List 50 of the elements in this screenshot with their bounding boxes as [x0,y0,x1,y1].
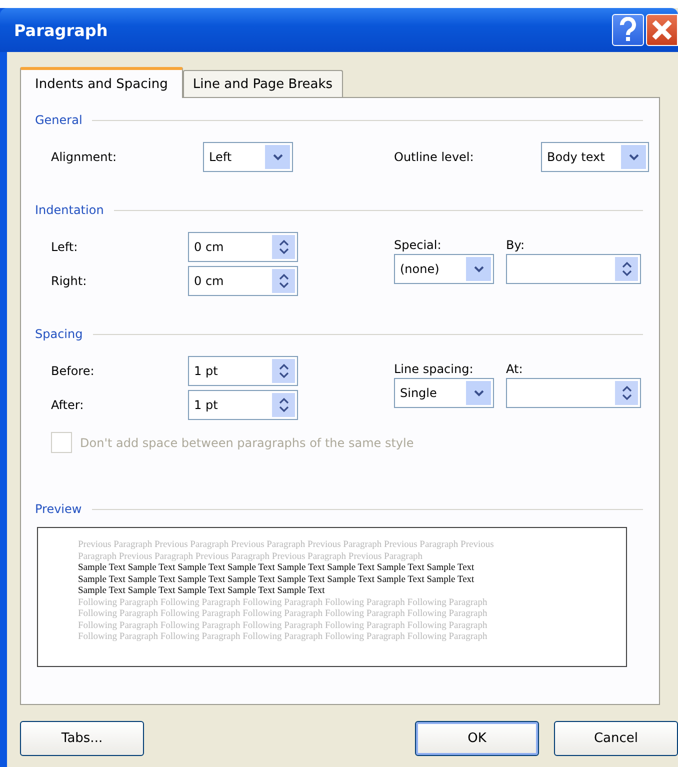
spin-field[interactable]: 1 pt [188,390,298,420]
field-label: Left: [51,240,79,254]
field-label: After: [51,398,85,412]
help-button[interactable] [612,14,644,46]
spin-field[interactable]: 0 cm [188,232,298,262]
preview-following-text: Following Paragraph Following Paragraph Following Paragraph Following Paragraph Following Paragraph [78,609,488,620]
spin-field[interactable] [506,254,641,284]
question-mark-icon [617,17,639,43]
spinner-arrows-icon[interactable] [615,257,638,281]
checkbox-label: Don't add space between paragraphs of the same style [80,436,414,450]
dialog-button[interactable]: Cancel [554,721,678,756]
spin-field[interactable]: 0 cm [188,266,298,296]
preview-sample-text: Sample Text Sample Text Sample Text Sample Text Sample Text [78,586,326,598]
close-icon [651,19,673,41]
spinner-arrows-icon[interactable] [272,269,295,293]
dropdown[interactable]: (none) [394,254,494,284]
tab[interactable]: Indents and Spacing [20,67,183,98]
dropdown[interactable]: Body text [541,142,649,172]
field-label: Line spacing: [394,362,474,376]
preview-sample-text: Sample Text Sample Text Sample Text Sample Text Sample Text Sample Text Sample Text Sample Text [78,563,476,574]
spin-field[interactable]: 1 pt [188,356,298,386]
field-label: Outline level: [394,150,475,164]
dialog-button[interactable]: OK [415,721,539,756]
window-title: Paragraph [14,20,108,40]
spinner-arrows-icon[interactable] [272,235,295,259]
preview-previous-text: Previous Paragraph Previous Paragraph Previous Paragraph Previous Paragraph Previous Paragraph Previous [78,540,495,552]
field-label: Special: [394,238,442,252]
preview-following-text: Following Paragraph Following Paragraph Following Paragraph Following Paragraph Following Paragraph [78,632,488,644]
preview-previous-text: Paragraph Previous Paragraph Previous Paragraph Previous Paragraph Previous Paragraph [78,552,424,563]
dialog-button[interactable]: Tabs... [20,721,144,756]
dropdown[interactable]: Single [394,378,494,408]
section-heading: Preview [35,502,82,516]
spinner-arrows-icon[interactable] [272,359,295,383]
field-label: Right: [51,274,88,288]
tab[interactable]: Line and Page Breaks [182,70,343,97]
preview-following-text: Following Paragraph Following Paragraph Following Paragraph Following Paragraph Following Paragraph [78,598,488,609]
field-label: Alignment: [51,150,118,164]
section-heading: Indentation [35,203,104,217]
field-label: Before: [51,364,96,378]
preview-sample-text: Sample Text Sample Text Sample Text Sample Text Sample Text Sample Text Sample Text Sample Text [78,574,476,586]
section-heading: General [35,113,82,127]
preview-following-text: Following Paragraph Following Paragraph Following Paragraph Following Paragraph Following Paragraph [78,620,488,632]
field-label: By: [506,238,526,252]
spinner-arrows-icon[interactable] [615,381,638,405]
field-label: At: [506,362,524,376]
spinner-arrows-icon[interactable] [272,393,295,417]
close-button[interactable] [646,14,678,46]
spin-field[interactable] [506,378,641,408]
dropdown[interactable]: Left [203,142,293,172]
section-heading: Spacing [35,327,83,341]
